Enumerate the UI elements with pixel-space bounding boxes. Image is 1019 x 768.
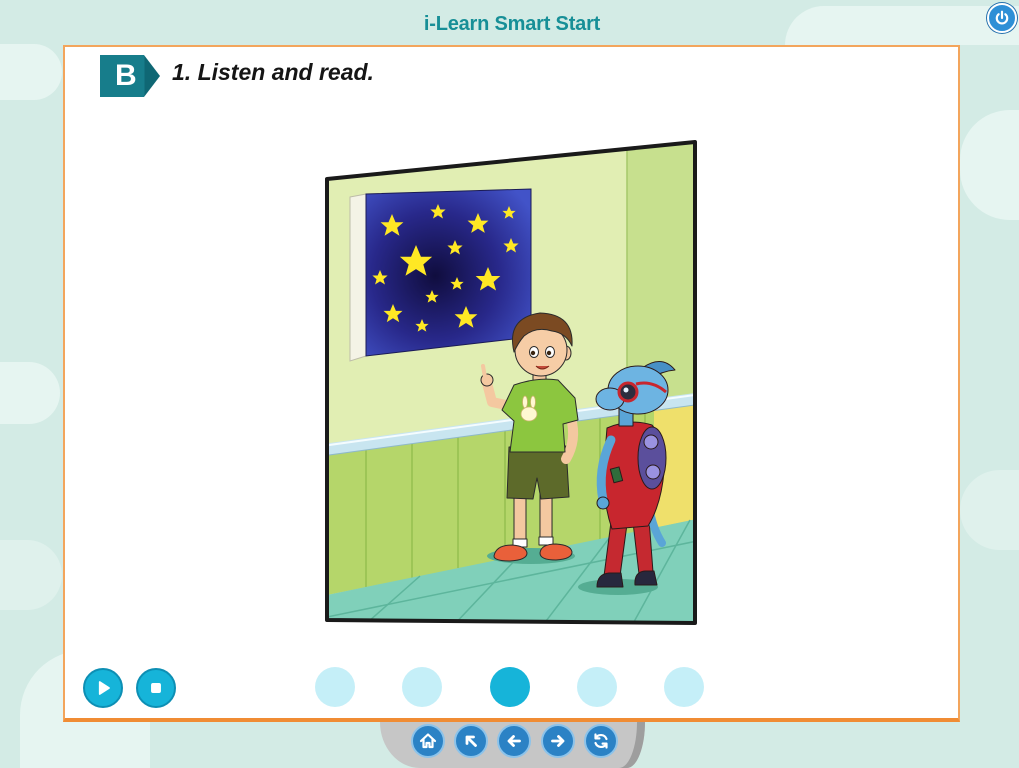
section-badge: B bbox=[100, 55, 160, 97]
next-button[interactable] bbox=[541, 724, 575, 758]
app-title: i-Learn Smart Start bbox=[423, 13, 601, 35]
background-cloud bbox=[785, 6, 1019, 45]
navigation-tray bbox=[380, 722, 645, 768]
previous-button[interactable] bbox=[497, 724, 531, 758]
stop-icon-square bbox=[151, 683, 161, 693]
exercise-instruction: 1. Listen and read. bbox=[172, 59, 374, 85]
play-icon bbox=[98, 681, 110, 695]
background-cloud bbox=[0, 44, 62, 100]
alien-goggle-glint bbox=[623, 387, 629, 393]
alien-backpack-light bbox=[645, 464, 661, 480]
scene-content bbox=[327, 142, 695, 623]
next-arrow-shape bbox=[551, 735, 565, 747]
background-cloud bbox=[960, 470, 1019, 550]
boy-pupil bbox=[546, 350, 552, 356]
refresh-icon bbox=[594, 733, 608, 749]
background-cloud bbox=[0, 362, 60, 424]
background-cloud bbox=[0, 540, 62, 610]
poster-edge bbox=[349, 193, 367, 362]
refresh-button[interactable] bbox=[584, 724, 618, 758]
previous-arrow-icon bbox=[507, 735, 521, 747]
stop-audio-button[interactable] bbox=[136, 668, 176, 708]
page-dots bbox=[315, 667, 705, 707]
boy-finger bbox=[481, 364, 487, 379]
play-icon-triangle bbox=[98, 681, 110, 695]
back-to-menu-button[interactable] bbox=[454, 724, 488, 758]
scene-illustration bbox=[325, 140, 697, 625]
boy-leg-right bbox=[539, 493, 553, 543]
alien-hand bbox=[596, 496, 610, 510]
content-panel: B 1. Listen and read. bbox=[63, 45, 960, 722]
next-arrow-icon bbox=[551, 735, 565, 747]
arrow-up-left-icon bbox=[465, 735, 477, 747]
alien-boot-right bbox=[634, 570, 658, 586]
page-dot[interactable] bbox=[664, 667, 704, 707]
page-dot[interactable] bbox=[315, 667, 355, 707]
home-icon-shape bbox=[419, 733, 437, 749]
boy-shoe-right bbox=[539, 543, 573, 561]
stop-icon bbox=[151, 683, 161, 693]
page-dot-active[interactable] bbox=[489, 667, 530, 707]
boy-sock-right bbox=[538, 536, 554, 546]
background-cloud bbox=[960, 110, 1019, 220]
alien-backpack-light bbox=[643, 434, 659, 450]
star-poster bbox=[349, 188, 532, 362]
bunny-ear bbox=[530, 395, 536, 409]
previous-arrow-shape bbox=[507, 735, 521, 747]
arrow-up-left-shape bbox=[465, 735, 477, 747]
page-dot[interactable] bbox=[576, 667, 617, 707]
home-icon bbox=[419, 733, 437, 749]
bunny-ear bbox=[522, 395, 528, 409]
play-audio-button[interactable] bbox=[83, 668, 123, 708]
bunny-face bbox=[520, 406, 538, 422]
alien-goggle bbox=[617, 381, 639, 403]
boy-pupil bbox=[530, 350, 536, 356]
boy-leg-left bbox=[513, 493, 527, 545]
power-button[interactable] bbox=[987, 3, 1017, 33]
power-icon bbox=[995, 10, 1009, 25]
page-dot[interactable] bbox=[402, 667, 443, 707]
home-button[interactable] bbox=[411, 724, 445, 758]
